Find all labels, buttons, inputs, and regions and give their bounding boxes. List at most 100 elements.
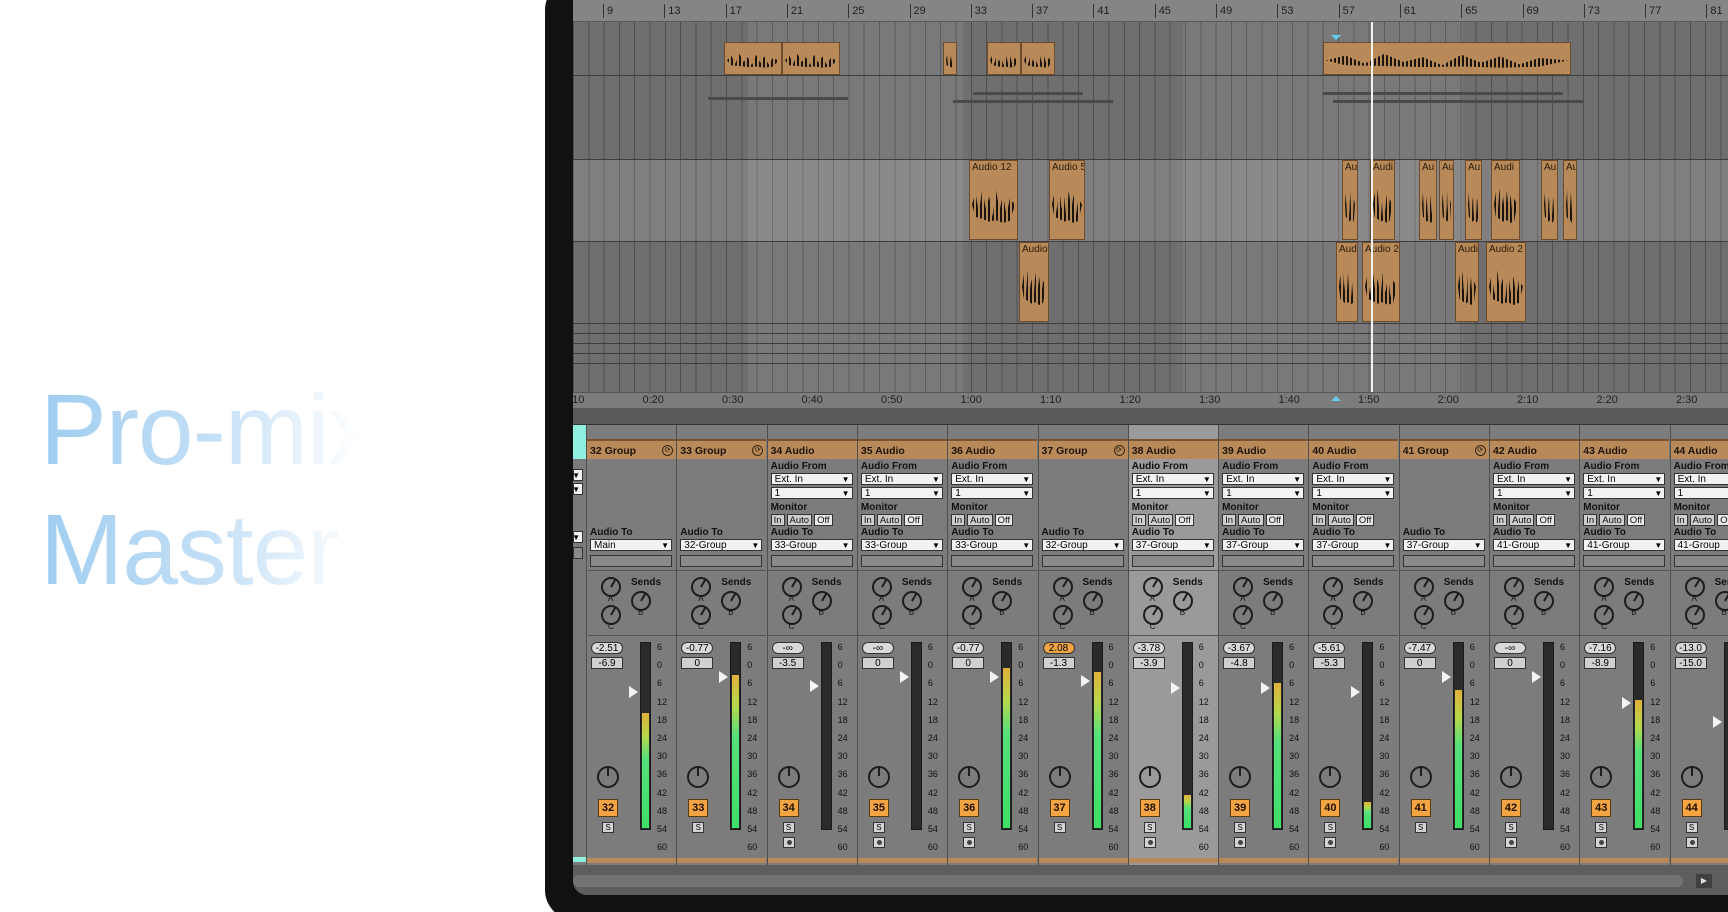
track-activator-button[interactable]: 39 xyxy=(1230,799,1251,817)
track-title-bar[interactable]: 40 Audio xyxy=(1309,439,1399,459)
pan-knob[interactable] xyxy=(1048,766,1071,788)
bar-number[interactable]: 73 xyxy=(1583,4,1600,18)
scroll-right-icon[interactable]: ▶ xyxy=(1696,874,1712,888)
track-activator-button[interactable]: 42 xyxy=(1501,799,1521,817)
solo-button[interactable]: S xyxy=(1414,822,1427,833)
bar-number[interactable]: 9 xyxy=(603,4,613,18)
volume-fader-icon[interactable] xyxy=(1712,715,1722,728)
view-divider[interactable] xyxy=(573,408,1728,425)
solo-button[interactable]: S xyxy=(1234,822,1247,833)
audio-clip[interactable]: Audio xyxy=(1019,242,1049,322)
solo-button[interactable]: S xyxy=(782,822,795,833)
track-title-bar[interactable]: 35 Audio xyxy=(857,439,947,459)
pan-knob[interactable] xyxy=(1138,766,1161,788)
monitor-off-button[interactable]: Off xyxy=(1717,514,1728,526)
playhead[interactable] xyxy=(1371,22,1373,414)
volume-value[interactable]: -7.16 xyxy=(1584,642,1617,654)
track-title-bar[interactable]: 33 Group ⟳ xyxy=(677,439,767,459)
track-lane[interactable] xyxy=(573,354,1728,364)
monitor-in-button[interactable]: In xyxy=(1312,514,1327,526)
mixer-track[interactable]: 38 Audio Audio From Ext. In ▼ 1 ▼ Monitor … xyxy=(1127,425,1218,865)
solo-button[interactable]: S xyxy=(1505,822,1517,833)
volume-value[interactable]: -0.77 xyxy=(952,642,985,654)
track-lane[interactable] xyxy=(573,344,1728,354)
volume-fader-icon[interactable] xyxy=(1622,697,1632,710)
peak-value[interactable]: 0 xyxy=(1403,657,1436,669)
mixer-track[interactable]: 36 Audio Audio From Ext. In ▼ 1 ▼ Monitor … xyxy=(947,425,1038,865)
audio-clip[interactable]: Au xyxy=(1419,160,1437,240)
pan-knob[interactable] xyxy=(1500,766,1522,788)
record-arm-button[interactable] xyxy=(1234,837,1247,848)
audio-to-select[interactable]: 33-Group ▼ xyxy=(951,539,1034,551)
audio-clip[interactable] xyxy=(724,42,782,75)
peak-value[interactable]: -6.9 xyxy=(591,657,623,669)
audio-clip[interactable] xyxy=(1021,42,1055,75)
track-lane[interactable] xyxy=(573,242,1728,324)
audio-to-select[interactable]: 37-Group ▼ xyxy=(1312,539,1395,551)
monitor-in-button[interactable]: In xyxy=(1222,514,1237,526)
pan-knob[interactable] xyxy=(1409,766,1432,788)
audio-from-select[interactable]: ▼ xyxy=(573,469,583,481)
monitor-off-button[interactable]: Off xyxy=(814,514,833,526)
track-title-bar[interactable]: 38 Audio xyxy=(1128,439,1218,459)
track-title-bar[interactable]: 34 Audio xyxy=(767,439,857,459)
mixer-track[interactable]: 32 Group ⟳ Audio To Main ▼ Sends A B C -2… xyxy=(586,425,676,865)
volume-value[interactable]: -∞ xyxy=(861,642,894,654)
track-title-bar[interactable]: 41 Group ⟳ xyxy=(1399,439,1489,459)
pan-knob[interactable] xyxy=(687,766,710,788)
track-title-bar[interactable]: 37 Group ⟳ xyxy=(1038,439,1128,459)
peak-value[interactable]: 0 xyxy=(681,657,714,669)
volume-value[interactable]: -3.67 xyxy=(1223,642,1256,654)
solo-button[interactable]: S xyxy=(963,822,976,833)
bar-number[interactable]: 33 xyxy=(970,4,987,18)
volume-value[interactable]: -7.47 xyxy=(1403,642,1436,654)
audio-from-select[interactable]: Ext. In ▼ xyxy=(860,473,943,485)
audio-from-select[interactable]: Ext. In ▼ xyxy=(770,473,853,485)
peak-value[interactable]: -1.3 xyxy=(1042,657,1075,669)
mixer-track[interactable]: 40 Audio Audio From Ext. In ▼ 1 ▼ Monitor … xyxy=(1308,425,1399,865)
track-activator-button[interactable]: 43 xyxy=(1591,799,1612,817)
audio-to-select[interactable]: 37-Group ▼ xyxy=(1222,539,1305,551)
monitor-in-button[interactable]: In xyxy=(860,514,875,526)
audio-from-select[interactable]: Ext. In ▼ xyxy=(1222,473,1305,485)
pan-knob[interactable] xyxy=(1680,766,1703,788)
solo-button[interactable]: S xyxy=(1324,822,1337,833)
volume-fader-icon[interactable] xyxy=(629,685,638,698)
channel-select[interactable]: 1▼ xyxy=(1131,487,1214,499)
peak-value[interactable]: 0 xyxy=(952,657,985,669)
arrangement-view[interactable]: Audio 12 Audio 5 Au Audi Au Au Au Audi A… xyxy=(573,22,1728,414)
peak-value[interactable]: -3.5 xyxy=(771,657,804,669)
channel-select[interactable]: 1▼ xyxy=(1493,487,1575,499)
peak-value[interactable]: 0 xyxy=(861,657,894,669)
bar-number[interactable]: 53 xyxy=(1277,4,1294,18)
group-fold-icon[interactable]: ⟳ xyxy=(662,445,673,456)
volume-fader-icon[interactable] xyxy=(899,670,909,683)
audio-clip[interactable]: Aud xyxy=(1336,242,1358,322)
volume-fader-icon[interactable] xyxy=(809,680,819,693)
track-lane[interactable] xyxy=(573,76,1728,160)
bar-number[interactable]: 21 xyxy=(786,4,803,18)
scrollbar-thumb[interactable] xyxy=(573,875,1683,887)
track-activator-button[interactable]: 32 xyxy=(598,799,618,817)
loop-marker-icon[interactable] xyxy=(1331,396,1341,401)
audio-to-select[interactable]: 33-Group ▼ xyxy=(770,539,853,551)
volume-value[interactable]: -3.78 xyxy=(1132,642,1165,654)
audio-to-select[interactable]: 32-Group ▼ xyxy=(680,539,763,551)
solo-button[interactable]: S xyxy=(872,822,885,833)
channel-select[interactable]: 1▼ xyxy=(1583,487,1666,499)
peak-value[interactable]: -3.9 xyxy=(1132,657,1165,669)
channel-select[interactable]: 1▼ xyxy=(1222,487,1305,499)
monitor-off-button[interactable]: Off xyxy=(1536,514,1555,526)
volume-fader-icon[interactable] xyxy=(719,670,729,683)
channel-select[interactable]: 1▼ xyxy=(860,487,943,499)
bar-number[interactable]: 13 xyxy=(664,4,681,18)
channel-select[interactable]: 1▼ xyxy=(1673,487,1728,499)
record-arm-button[interactable] xyxy=(1143,837,1156,848)
monitor-in-button[interactable]: In xyxy=(1493,514,1507,526)
audio-clip[interactable]: Au xyxy=(1541,160,1558,240)
pan-knob[interactable] xyxy=(777,766,800,788)
bar-number[interactable]: 25 xyxy=(848,4,864,18)
audio-to-select[interactable]: 37-Group ▼ xyxy=(1131,539,1214,551)
track-title-bar[interactable]: 44 Audio xyxy=(1670,439,1728,459)
volume-fader-icon[interactable] xyxy=(1532,670,1541,683)
